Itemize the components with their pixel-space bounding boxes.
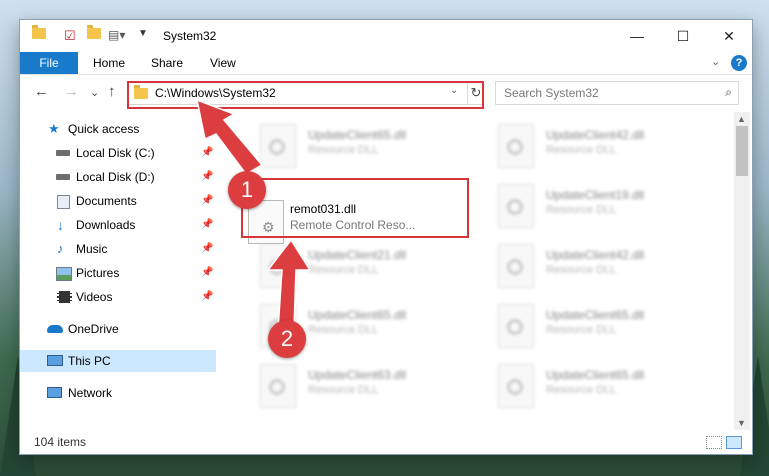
step-badge-2: 2 xyxy=(268,320,306,358)
arrow-2 xyxy=(266,238,312,331)
step-badge-1: 1 xyxy=(228,171,266,209)
annotation-arrows xyxy=(195,98,312,331)
arrow-1 xyxy=(195,98,264,175)
